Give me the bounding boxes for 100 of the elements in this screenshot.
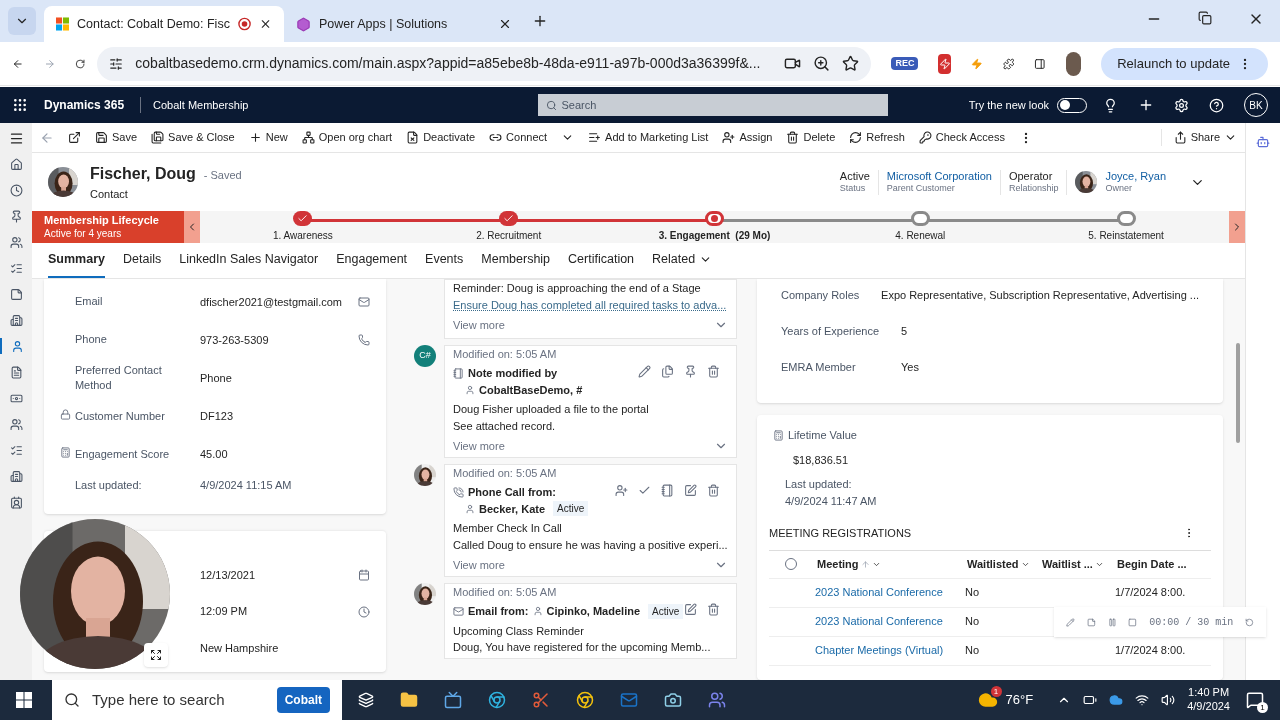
wifi-icon[interactable]: [1135, 693, 1150, 707]
meeting-link[interactable]: 2023 National Conference: [815, 584, 965, 601]
copy-icon[interactable]: [661, 365, 674, 378]
clock-date[interactable]: 4/9/2024: [1187, 700, 1230, 714]
command-button[interactable]: Open org chart: [301, 129, 393, 146]
stage-label[interactable]: 5. Reinstatement: [1088, 228, 1164, 243]
browser-tab[interactable]: Contact: Cobalt Demo: Fisc: [44, 6, 284, 42]
delete-icon[interactable]: [707, 484, 720, 497]
lightbulb-icon[interactable]: [1103, 97, 1118, 113]
help-icon[interactable]: [1209, 97, 1224, 113]
field-value[interactable]: Yes: [901, 359, 919, 376]
previous-stage-button[interactable]: [184, 211, 200, 243]
rec-extension[interactable]: REC: [891, 56, 919, 71]
search-field[interactable]: Search: [538, 94, 889, 116]
owner-name[interactable]: Joyce, Ryan: [1105, 169, 1166, 184]
column-header[interactable]: Waitlisted: [967, 555, 1042, 573]
command-button[interactable]: Save: [95, 129, 138, 146]
copilot-icon[interactable]: [1256, 135, 1270, 149]
stage-label[interactable]: 3. Engagement (29 Mo): [658, 228, 771, 243]
field-value[interactable]: 12/13/2021: [200, 566, 358, 584]
stage-marker[interactable]: [705, 211, 724, 226]
command-button[interactable]: Add to Marketing List: [588, 129, 709, 146]
field-value[interactable]: 12:09 PM: [200, 603, 358, 620]
view-more-link[interactable]: View more: [453, 317, 505, 334]
timeline-link[interactable]: Ensure Doug has completed all required tasks to adva...: [453, 296, 728, 313]
form-tab[interactable]: LinkedIn Sales Navigator: [179, 243, 319, 278]
task-view-icon[interactable]: [358, 692, 374, 708]
restore-icon[interactable]: [1198, 11, 1212, 25]
open-record-icon[interactable]: [684, 603, 697, 616]
command-button[interactable]: Deactivate: [406, 129, 476, 146]
email-icon[interactable]: [358, 296, 370, 308]
mail-icon[interactable]: [620, 691, 638, 709]
new-tab-icon[interactable]: [532, 13, 548, 29]
form-tab[interactable]: Related: [652, 243, 713, 278]
clock-icon[interactable]: [358, 605, 370, 618]
phone-icon[interactable]: [358, 334, 370, 346]
command-button[interactable]: Check Access: [918, 129, 1005, 146]
form-tab[interactable]: Certification: [568, 243, 635, 278]
field-value[interactable]: $18,836.51: [769, 451, 1211, 468]
stage-marker[interactable]: [1116, 211, 1136, 226]
form-tab[interactable]: Events: [425, 243, 464, 278]
scrollbar-thumb[interactable]: [1236, 343, 1240, 443]
meeting-link[interactable]: Chapter Meetings (Virtual): [815, 642, 965, 659]
start-icon[interactable]: [16, 692, 32, 708]
restart-icon[interactable]: [1245, 616, 1254, 628]
battery-icon[interactable]: [1083, 693, 1098, 707]
command-button[interactable]: Assign: [722, 129, 773, 146]
form-tab[interactable]: Engagement: [336, 243, 408, 278]
onedrive-icon[interactable]: [1109, 693, 1124, 707]
taskbar-search[interactable]: Type here to search Cobalt: [52, 680, 342, 720]
cobalt-logo[interactable]: Cobalt: [276, 687, 330, 713]
menu-icon[interactable]: [8, 131, 24, 146]
header-field-value[interactable]: Microsoft Corporation: [886, 169, 992, 184]
camera-icon[interactable]: [664, 691, 682, 709]
pop-out-icon[interactable]: [68, 131, 81, 144]
field-value[interactable]: dfischer2021@testgmail.com: [200, 293, 358, 311]
command-button[interactable]: Refresh: [849, 129, 905, 146]
stage-marker[interactable]: [293, 211, 313, 226]
stage-label[interactable]: 4. Renewal: [895, 228, 946, 243]
view-more-link[interactable]: View more: [453, 438, 505, 455]
pencil-icon[interactable]: [638, 365, 651, 378]
field-value[interactable]: Phone: [200, 369, 370, 387]
pin-icon[interactable]: [684, 365, 697, 378]
area-name[interactable]: Cobalt Membership: [140, 96, 249, 114]
form-tab[interactable]: Membership: [481, 243, 551, 278]
close-icon[interactable]: [498, 17, 512, 31]
command-button[interactable]: Connect: [489, 129, 548, 146]
settings-icon[interactable]: [1174, 97, 1189, 113]
browser-tab[interactable]: Power Apps | Solutions: [284, 6, 524, 42]
field-value[interactable]: Expo Representative, Subscription Representative, Advertising ...: [881, 287, 1199, 304]
temperature[interactable]: 76°F: [1005, 690, 1034, 710]
site-settings-icon[interactable]: [109, 56, 124, 71]
view-more-link[interactable]: View more: [453, 557, 505, 574]
zoom-icon[interactable]: [813, 55, 831, 72]
field-value[interactable]: 45.00: [200, 446, 370, 463]
folder-icon[interactable]: [400, 691, 418, 709]
process-flag[interactable]: Membership Lifecycle Active for 4 years: [32, 211, 184, 243]
chrome-icon[interactable]: [576, 691, 594, 709]
profile-avatar[interactable]: [1065, 51, 1082, 76]
field-value[interactable]: 973-263-5309: [200, 331, 358, 349]
command-button[interactable]: Delete: [786, 129, 836, 146]
monitor-icon[interactable]: [444, 691, 462, 709]
delete-icon[interactable]: [707, 365, 720, 378]
activity-person[interactable]: Cipinko, Madeline: [546, 603, 641, 620]
open-record-icon[interactable]: [684, 484, 697, 497]
column-header[interactable]: Waitlist ...: [1042, 555, 1117, 573]
app-launcher-icon[interactable]: [12, 97, 28, 113]
note-icon[interactable]: [1086, 616, 1096, 628]
address-bar[interactable]: cobaltbasedemo.crm.dynamics.com/main.aspx?appid=a85ebe8b-48da-e911-a97b-000d3a36399f&...: [97, 46, 872, 81]
assign-icon[interactable]: [615, 484, 628, 497]
column-header[interactable]: Meeting: [817, 555, 967, 573]
activity-person[interactable]: CobaltBaseDemo, #: [479, 381, 583, 398]
field-value[interactable]: New Hampshire: [200, 639, 370, 657]
checkmark-icon[interactable]: [638, 484, 651, 497]
relaunch-button[interactable]: Relaunch to update: [1101, 47, 1268, 80]
notifications-icon[interactable]: [1246, 691, 1264, 709]
stage-marker[interactable]: [910, 211, 930, 226]
activity-person[interactable]: Becker, Kate: [479, 500, 546, 517]
app-name[interactable]: Dynamics 365: [44, 96, 125, 114]
stage-label[interactable]: 2. Recruitment: [476, 228, 542, 243]
